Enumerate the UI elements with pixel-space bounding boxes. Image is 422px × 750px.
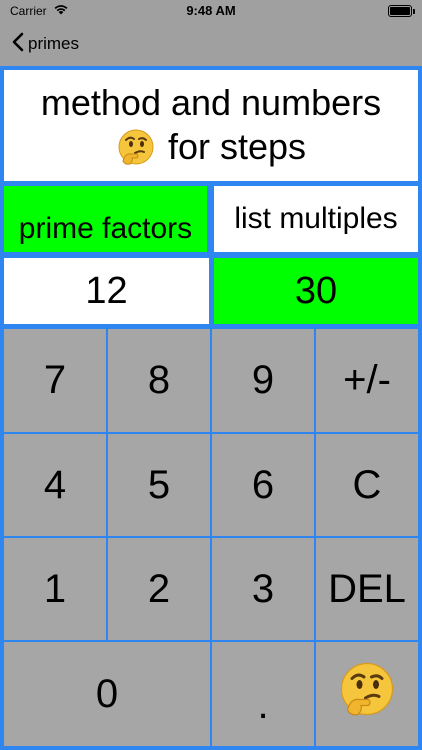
- title-line-2-text: for steps: [167, 125, 307, 167]
- key-1[interactable]: 1: [4, 538, 106, 640]
- thinking-face-icon: [116, 127, 156, 167]
- back-button-label: primes: [28, 34, 80, 53]
- key-7[interactable]: 7: [4, 329, 106, 432]
- keypad: 7 8 9 +/- 4 5 6 C 1 2 3 DEL 0 .: [4, 329, 418, 746]
- battery-icon: [388, 5, 415, 17]
- key-6[interactable]: 6: [212, 434, 314, 536]
- chevron-left-icon: [12, 32, 24, 57]
- clear-key[interactable]: C: [316, 434, 418, 536]
- instruction-title: method and numbers for steps: [4, 70, 418, 181]
- decimal-key[interactable]: .: [212, 642, 314, 746]
- key-2[interactable]: 2: [108, 538, 210, 640]
- key-3[interactable]: 3: [212, 538, 314, 640]
- status-bar: Carrier 9:48 AM: [0, 0, 422, 24]
- first-number-field[interactable]: 12: [4, 258, 209, 324]
- delete-key[interactable]: DEL: [316, 538, 418, 640]
- key-8[interactable]: 8: [108, 329, 210, 432]
- key-5[interactable]: 5: [108, 434, 210, 536]
- title-line-2: for steps: [116, 124, 306, 170]
- thinking-key[interactable]: [316, 642, 418, 746]
- key-0[interactable]: 0: [4, 642, 210, 746]
- prime-factors-button[interactable]: prime factors: [4, 186, 207, 252]
- key-4[interactable]: 4: [4, 434, 106, 536]
- title-line-1: method and numbers: [40, 81, 382, 123]
- second-number-field[interactable]: 30: [214, 258, 418, 324]
- thinking-face-icon: [337, 659, 397, 729]
- plus-minus-key[interactable]: +/-: [316, 329, 418, 432]
- navigation-bar: primes: [0, 28, 79, 60]
- status-time: 9:48 AM: [186, 3, 236, 18]
- back-button[interactable]: primes: [0, 32, 79, 57]
- list-multiples-button[interactable]: list multiples: [214, 186, 418, 252]
- key-9[interactable]: 9: [212, 329, 314, 432]
- top-bar: Carrier 9:48 AM primes: [0, 0, 422, 66]
